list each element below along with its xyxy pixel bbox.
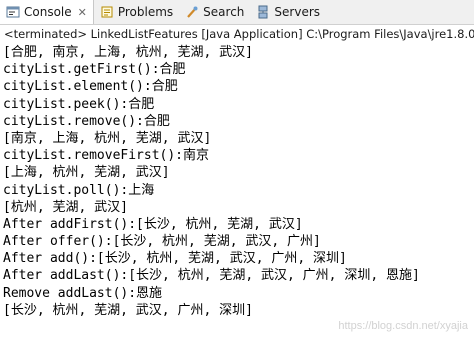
view-tab-bar: Console ✕ Problems Search Servers xyxy=(0,0,474,25)
console-status-line: <terminated> LinkedListFeatures [Java Ap… xyxy=(0,25,474,44)
close-icon[interactable]: ✕ xyxy=(78,6,87,19)
console-line: After offer():[长沙, 杭州, 芜湖, 武汉, 广州] xyxy=(3,234,321,250)
console-line: [南京, 上海, 杭州, 芜湖, 武汉] xyxy=(3,130,212,146)
tab-console-label: Console xyxy=(24,5,72,19)
console-line: After addFirst():[长沙, 杭州, 芜湖, 武汉] xyxy=(3,216,303,232)
tab-servers[interactable]: Servers xyxy=(250,0,326,24)
console-line: After addLast():[长沙, 杭州, 芜湖, 武汉, 广州, 深圳,… xyxy=(3,268,420,284)
console-line: [上海, 杭州, 芜湖, 武汉] xyxy=(3,165,170,181)
tab-servers-label: Servers xyxy=(274,5,321,19)
servers-icon xyxy=(256,5,270,19)
search-icon xyxy=(185,5,199,19)
console-line: [合肥, 南京, 上海, 杭州, 芜湖, 武汉] xyxy=(3,45,253,60)
console-line: cityList.element():合肥 xyxy=(3,79,178,95)
tab-search-label: Search xyxy=(203,5,245,19)
console-line: [杭州, 芜湖, 武汉] xyxy=(3,199,128,215)
console-line: cityList.peek():合肥 xyxy=(3,96,155,112)
console-line: Remove addLast():恩施 xyxy=(3,285,163,301)
console-output[interactable]: [合肥, 南京, 上海, 杭州, 芜湖, 武汉] cityList.getFir… xyxy=(0,44,474,338)
console-line: cityList.removeFirst():南京 xyxy=(3,148,210,164)
console-icon xyxy=(6,5,20,19)
tab-search[interactable]: Search xyxy=(179,0,250,24)
console-line: cityList.getFirst():合肥 xyxy=(3,62,186,78)
console-line: [长沙, 杭州, 芜湖, 武汉, 广州, 深圳] xyxy=(3,302,253,318)
tab-problems-label: Problems xyxy=(117,5,174,19)
tab-console[interactable]: Console ✕ xyxy=(0,0,94,24)
tab-problems[interactable]: Problems xyxy=(94,0,179,24)
console-line: cityList.poll():上海 xyxy=(3,182,155,198)
console-line: After add():[长沙, 杭州, 芜湖, 武汉, 广州, 深圳] xyxy=(3,251,347,267)
problems-icon xyxy=(100,5,114,19)
console-line: cityList.remove():合肥 xyxy=(3,113,170,129)
